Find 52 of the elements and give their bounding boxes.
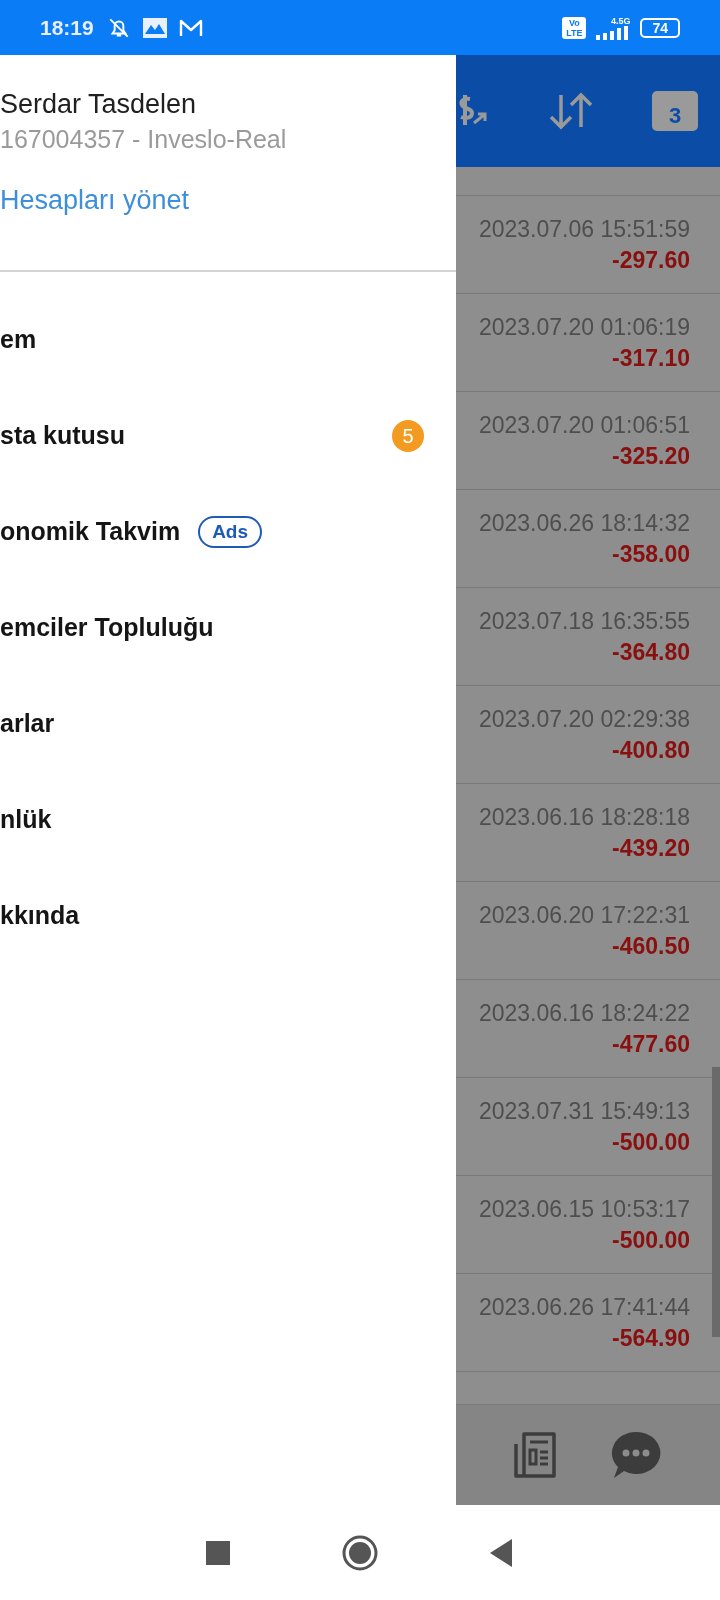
home-icon[interactable]	[342, 1534, 378, 1571]
trade-time: 2023.07.20 01:06:19	[478, 313, 690, 341]
menu-item[interactable]: arlar	[0, 708, 456, 804]
trade-profit: -564.90	[612, 1324, 690, 1352]
trade-profit: -500.00	[612, 1128, 690, 1156]
trade-profit: -358.00	[612, 540, 690, 568]
recents-icon[interactable]	[206, 1540, 230, 1565]
trade-time: 2023.06.26 18:14:32	[478, 509, 690, 537]
volte-indicator: Vo LTE	[562, 16, 587, 39]
trade-time: 2023.07.31 15:49:13	[478, 1097, 690, 1125]
trade-profit: -500.00	[612, 1226, 690, 1254]
trade-profit: -364.80	[612, 638, 690, 666]
trade-profit: -325.20	[612, 442, 690, 470]
menu-item[interactable]: emciler Topluluğu	[0, 612, 456, 708]
trade-profit: -400.80	[612, 736, 690, 764]
menu-item-label: arlar	[0, 708, 55, 738]
menu-item-label: onomik Takvim	[0, 516, 181, 546]
trade-time: 2023.07.06 15:51:59	[478, 215, 690, 243]
trade-profit: -297.60	[612, 246, 690, 274]
trade-time: 2023.07.20 01:06:51	[478, 411, 690, 439]
clock: 18:19	[40, 15, 94, 40]
menu-item[interactable]: kkında	[0, 900, 456, 996]
menu-item-label: em	[0, 324, 37, 354]
back-icon[interactable]	[490, 1538, 514, 1567]
menu-item[interactable]: nlük	[0, 804, 456, 900]
trade-profit: -460.50	[612, 932, 690, 960]
trade-time: 2023.07.18 16:35:55	[478, 607, 690, 635]
menu-item-label: nlük	[0, 804, 52, 834]
signal-indicator: 4.5G	[596, 15, 631, 40]
ads-tag: Ads	[198, 516, 263, 548]
menu-item[interactable]: onomik Takvim Ads	[0, 516, 456, 612]
account-number: 167004357 - Inveslo-Real	[0, 124, 288, 155]
trade-time: 2023.06.26 17:41:44	[478, 1293, 690, 1321]
account-name: Serdar Tasdelen	[0, 88, 198, 121]
count-badge: 5	[392, 420, 424, 452]
battery-indicator: 74	[640, 17, 680, 38]
trade-time: 2023.06.20 17:22:31	[478, 901, 690, 929]
menu-item-label: kkında	[0, 900, 80, 930]
trade-profit: -477.60	[612, 1030, 690, 1058]
trade-time: 2023.07.20 02:29:38	[478, 705, 690, 733]
chat-icon[interactable]	[610, 1430, 662, 1480]
menu-item[interactable]: sta kutusu 5	[0, 420, 456, 516]
menu-item-label: sta kutusu	[0, 420, 126, 450]
trade-time: 2023.06.15 10:53:17	[478, 1195, 690, 1223]
menu-item[interactable]: em	[0, 324, 456, 420]
menu-item-label: emciler Topluluğu	[0, 612, 214, 642]
trade-profit: -317.10	[612, 344, 690, 372]
trade-time: 2023.06.16 18:24:22	[478, 999, 690, 1027]
trade-profit: -439.20	[612, 834, 690, 862]
gallery-icon	[141, 16, 168, 39]
trade-time: 2023.06.16 18:28:18	[478, 803, 690, 831]
sort-icon[interactable]	[547, 91, 595, 131]
